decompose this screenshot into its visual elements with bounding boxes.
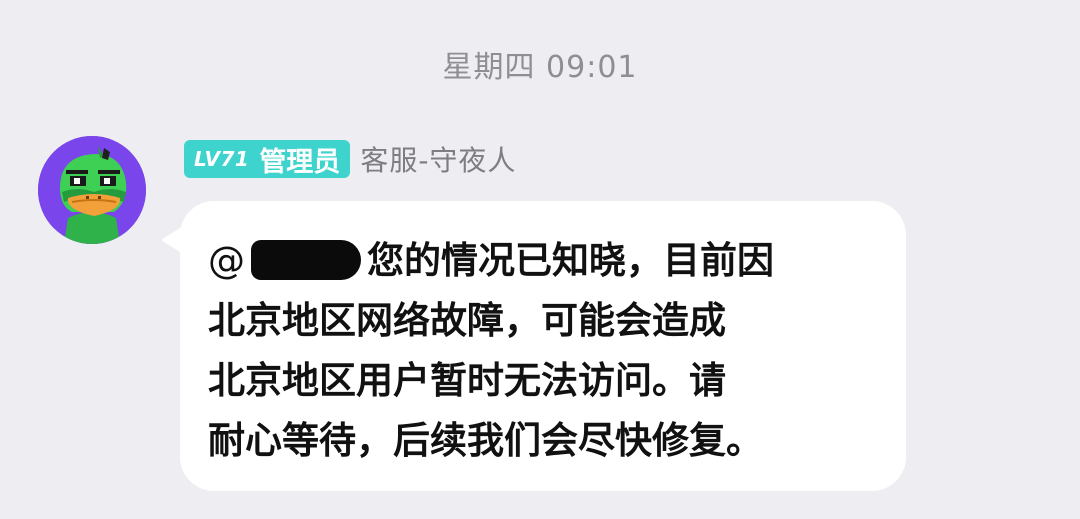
message-bubble[interactable]: @ 您的情况已知晓，目前因 北京地区网络故障，可能会造成 北京地区用户暂时无法访问… <box>180 201 906 491</box>
message-line: @ 您的情况已知晓，目前因 <box>208 231 888 291</box>
message-line-4: 耐心等待，后续我们会尽快修复。 <box>208 419 763 462</box>
sender-info: LV71 管理员 客服-守夜人 <box>184 140 516 178</box>
role-label: 管理员 <box>259 146 341 178</box>
level-label: LV71 <box>194 147 250 171</box>
message-line-2: 北京地区网络故障，可能会造成 <box>208 299 726 342</box>
sender-avatar[interactable] <box>38 136 146 244</box>
sender-name[interactable]: 客服-守夜人 <box>360 139 516 179</box>
message-timestamp: 星期四 09:01 <box>442 50 638 85</box>
mention-at: @ <box>208 239 245 282</box>
message-line-3: 北京地区用户暂时无法访问。请 <box>208 359 726 402</box>
level-badge: LV71 管理员 <box>184 140 351 178</box>
message-line-1: 您的情况已知晓，目前因 <box>367 239 774 282</box>
message-text: @ 您的情况已知晓，目前因 北京地区网络故障，可能会造成 北京地区用户暂时无法访问… <box>208 231 888 471</box>
redacted-mention <box>251 239 361 280</box>
green-duck-avatar-icon <box>38 136 146 244</box>
